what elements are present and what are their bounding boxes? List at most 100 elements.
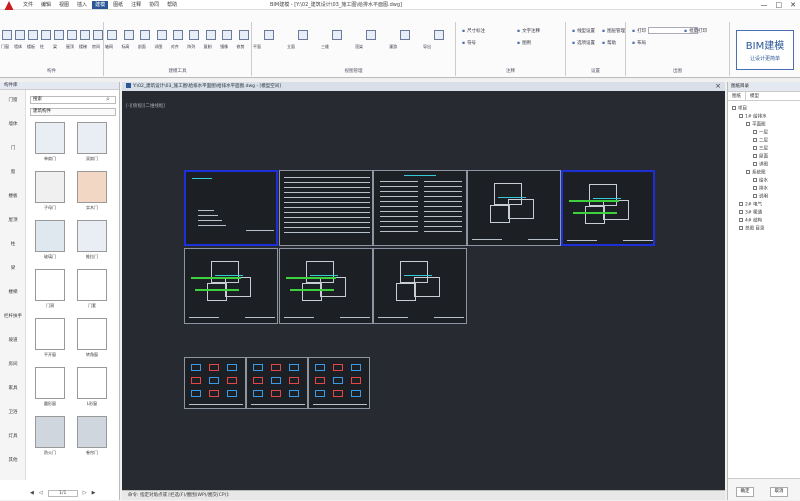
drawing-sheet[interactable] — [184, 170, 278, 246]
ribbon-tool-label[interactable]: 镜像 — [220, 44, 228, 50]
category-item[interactable]: 卫浴 — [2, 410, 24, 416]
ribbon-small-button[interactable]: 图层管理 — [602, 28, 625, 34]
drawing-area[interactable]: [-][俯视][二维线框] — [122, 91, 725, 486]
search-icon[interactable]: ⌕ — [106, 95, 110, 104]
component-tile[interactable]: 玻璃门 — [32, 220, 68, 262]
drawing-sheet[interactable] — [184, 357, 246, 409]
ribbon-tool-label[interactable]: 柱 — [40, 44, 44, 50]
drawing-sheet[interactable] — [184, 248, 278, 324]
expand-toggle-icon[interactable] — [753, 138, 757, 142]
component-type-select[interactable]: 建筑构件 — [30, 108, 116, 116]
maximize-icon[interactable]: □ — [776, 0, 783, 10]
menu-item[interactable]: 帮助 — [164, 1, 180, 9]
menu-item[interactable]: 图纸 — [110, 1, 126, 9]
ribbon-tool-label[interactable]: 剖面 — [138, 44, 146, 50]
expand-toggle-icon[interactable] — [753, 186, 757, 190]
ribbon-small-button[interactable]: 符号 — [462, 40, 476, 46]
drawing-sheet[interactable] — [308, 357, 370, 409]
menu-item[interactable]: 编辑 — [38, 1, 54, 9]
ribbon-tool-icon[interactable] — [156, 30, 167, 40]
category-item[interactable]: 房间 — [2, 362, 24, 368]
category-item[interactable]: 窗 — [2, 170, 24, 176]
component-tile[interactable]: 实木门 — [74, 171, 110, 213]
drawing-sheet[interactable] — [373, 248, 467, 324]
drawing-canvas[interactable]: Y:\02_建筑设计\03_施工图\给排水平面图\给排水平面图.dwg - [模… — [122, 82, 725, 500]
ribbon-tool-icon[interactable] — [1, 30, 12, 40]
cancel-button[interactable]: 取消 — [770, 487, 788, 497]
ribbon-small-button[interactable]: 打印 — [632, 28, 646, 34]
category-item[interactable]: 家具 — [2, 386, 24, 392]
component-search-input[interactable]: 搜索 — [30, 96, 116, 104]
next-page-button[interactable]: ▷ — [83, 490, 87, 496]
ribbon-tool-icon[interactable] — [332, 30, 342, 40]
menu-item[interactable]: 插入 — [74, 1, 90, 9]
tree-node[interactable]: 项目 — [732, 106, 747, 113]
command-line[interactable]: 命令: 指定对角点或 [栏选(F)/圈围(WP)/圈交(CP)]: — [122, 490, 725, 500]
expand-toggle-icon[interactable] — [753, 162, 757, 166]
drawing-sheet[interactable] — [246, 357, 308, 409]
tree-node[interactable]: 详图 — [753, 162, 768, 169]
viewport-controls[interactable]: [-][俯视][二维线框] — [126, 103, 165, 109]
ribbon-tool-icon[interactable] — [92, 30, 103, 40]
ribbon-tool-label[interactable]: 房间 — [92, 44, 100, 50]
drawing-sheet[interactable] — [467, 170, 561, 246]
expand-toggle-icon[interactable] — [753, 154, 757, 158]
tree-node[interactable]: 平面图 — [746, 122, 766, 129]
ribbon-small-button[interactable]: 文字注释 — [517, 28, 540, 34]
prev-page-button[interactable]: ◁ — [39, 490, 43, 496]
menu-item[interactable]: 注释 — [128, 1, 144, 9]
drawing-sheet[interactable] — [373, 170, 467, 246]
component-tile[interactable]: 卷帘门 — [74, 416, 110, 458]
menu-item[interactable]: 文件 — [20, 1, 36, 9]
ribbon-tool-icon[interactable] — [53, 30, 64, 40]
tree-node[interactable]: 2# 电气 — [739, 202, 762, 209]
ribbon-tool-icon[interactable] — [366, 30, 376, 40]
expand-toggle-icon[interactable] — [739, 226, 743, 230]
ribbon-tool-label[interactable]: 平面 — [253, 44, 261, 50]
component-tile[interactable]: 单扇门 — [32, 122, 68, 164]
tree-node[interactable]: 二层 — [753, 138, 768, 145]
tree-node[interactable]: 排水 — [753, 186, 768, 193]
first-page-button[interactable]: ◀ — [30, 490, 34, 496]
ribbon-tool-label[interactable]: 漫游 — [389, 44, 397, 50]
ribbon-tool-icon[interactable] — [79, 30, 90, 40]
category-item[interactable]: 灯具 — [2, 434, 24, 440]
expand-toggle-icon[interactable] — [746, 122, 750, 126]
tree-node[interactable]: 总图 目录 — [739, 226, 764, 233]
ribbon-tool-icon[interactable] — [205, 30, 216, 40]
component-tile[interactable]: 门洞 — [32, 269, 68, 311]
category-item[interactable]: 其他 — [2, 458, 24, 464]
component-tile[interactable]: 推拉门 — [74, 220, 110, 262]
ribbon-small-button[interactable]: 选项设置 — [572, 40, 595, 46]
ribbon-tool-label[interactable]: 复制 — [204, 44, 212, 50]
category-item[interactable]: 墙体 — [2, 122, 24, 128]
component-tile[interactable]: 子母门 — [32, 171, 68, 213]
ribbon-tool-icon[interactable] — [400, 30, 410, 40]
minimize-icon[interactable]: — — [761, 0, 768, 10]
tree-node[interactable]: 4# 结构 — [739, 218, 762, 225]
ribbon-small-button[interactable]: 尺寸标注 — [462, 28, 485, 34]
last-page-button[interactable]: ▶ — [92, 490, 96, 496]
ribbon-tool-label[interactable]: 门窗 — [1, 44, 9, 50]
expand-toggle-icon[interactable] — [753, 194, 757, 198]
expand-toggle-icon[interactable] — [739, 210, 743, 214]
ribbon-small-button[interactable]: 布局 — [632, 40, 646, 46]
ribbon-tool-label[interactable]: 梁 — [53, 44, 57, 50]
component-tile[interactable]: 转角窗 — [74, 318, 110, 360]
ribbon-tool-icon[interactable] — [107, 30, 118, 40]
ribbon-tool-icon[interactable] — [189, 30, 200, 40]
tree-node[interactable]: 给水 — [753, 178, 768, 185]
component-tile[interactable]: 双扇门 — [74, 122, 110, 164]
tab-sheets[interactable]: 图纸 — [728, 92, 746, 100]
ribbon-tool-icon[interactable] — [238, 30, 249, 40]
category-item[interactable]: 梁 — [2, 266, 24, 272]
ribbon-small-button[interactable]: 线型设置 — [572, 28, 595, 34]
tree-node[interactable]: 三层 — [753, 146, 768, 153]
ribbon-tool-label[interactable]: 渲染 — [355, 44, 363, 50]
ribbon-tool-label[interactable]: 墙体 — [14, 44, 22, 50]
ribbon-tool-label[interactable]: 轴网 — [105, 44, 113, 50]
ribbon-tool-label[interactable]: 立面 — [287, 44, 295, 50]
ribbon-tool-icon[interactable] — [140, 30, 151, 40]
expand-toggle-icon[interactable] — [739, 218, 743, 222]
category-item[interactable]: 楼板 — [2, 194, 24, 200]
